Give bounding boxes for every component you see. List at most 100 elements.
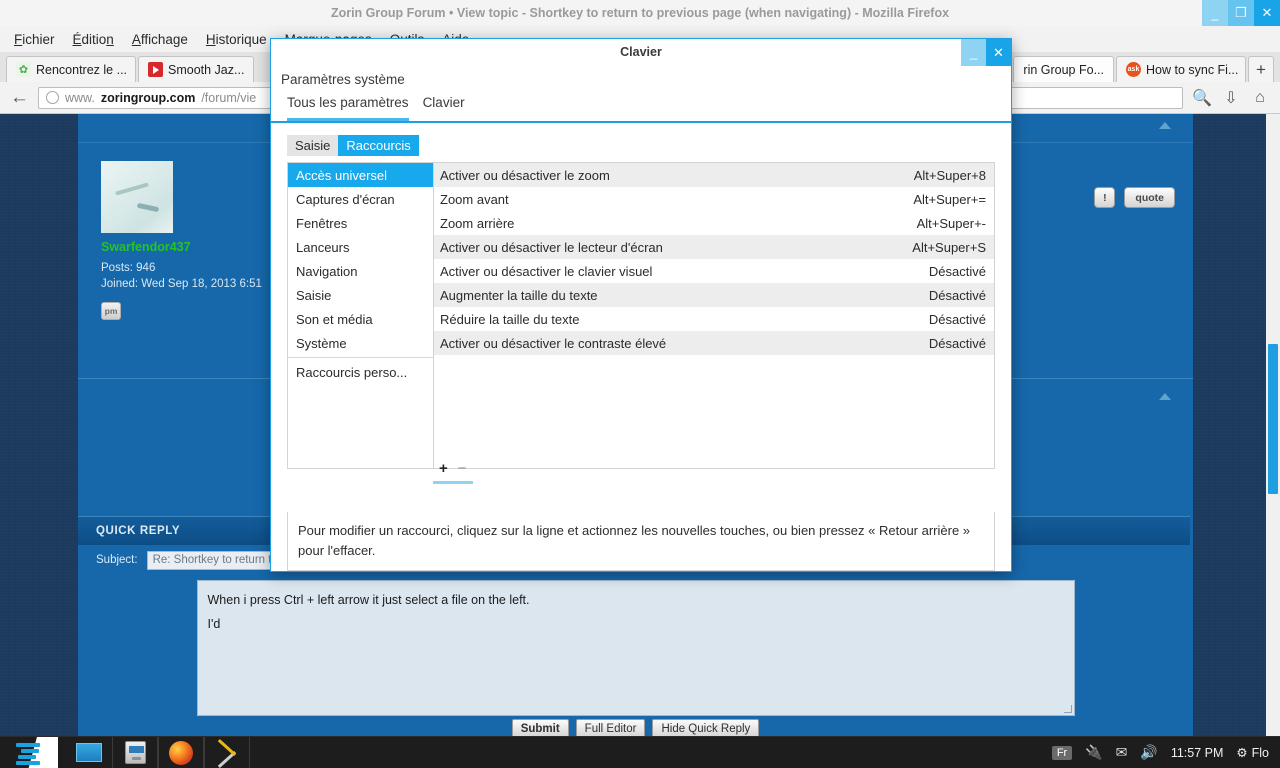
url-prefix: www.: [65, 91, 95, 105]
reply-line-2: I'd: [208, 613, 1064, 637]
category-systeme[interactable]: Système: [288, 331, 433, 355]
maximize-button[interactable]: ❐: [1228, 0, 1254, 26]
dialog-close-button[interactable]: ✕: [986, 39, 1011, 66]
scrollbar-thumb[interactable]: [1268, 344, 1278, 494]
subject-label: Subject:: [96, 554, 138, 566]
url-path: /forum/vie: [201, 91, 256, 105]
clock[interactable]: 11:57 PM: [1171, 746, 1224, 760]
tab-all-settings[interactable]: Tous les paramètres: [287, 95, 409, 121]
tab-keyboard[interactable]: Clavier: [423, 95, 465, 121]
firefox-icon: [169, 741, 193, 765]
menu-item-historique[interactable]: Historique: [206, 32, 267, 47]
submit-button[interactable]: Submit: [512, 719, 569, 736]
reply-line-1: When i press Ctrl + left arrow it just s…: [208, 589, 1064, 613]
table-row[interactable]: Activer ou désactiver le contraste élevé…: [434, 331, 994, 355]
dialog-subtitle: Paramètres système: [271, 66, 1011, 87]
screen: Zorin Group Forum • View topic - Shortke…: [0, 0, 1280, 768]
back-arrow-icon[interactable]: ←: [10, 87, 29, 109]
menu-item-affichage[interactable]: Affichage: [132, 32, 188, 47]
category-captures-decran[interactable]: Captures d'écran: [288, 187, 433, 211]
category-son-et-media[interactable]: Son et média: [288, 307, 433, 331]
add-remove-toolbar: + −: [433, 460, 473, 484]
file-manager-button[interactable]: [112, 737, 158, 768]
tab-label: rin Group Fo...: [1023, 63, 1104, 77]
tab-smooth-jazz[interactable]: Smooth Jaz...: [138, 56, 254, 82]
quote-button[interactable]: quote: [1124, 187, 1175, 208]
shortcut-list: Activer ou désactiver le zoom Alt+Super+…: [434, 163, 994, 468]
close-button[interactable]: ✕: [1254, 0, 1280, 26]
category-raccourcis-perso[interactable]: Raccourcis perso...: [288, 360, 433, 384]
shortcut-name: Augmenter la taille du texte: [440, 288, 598, 303]
category-acces-universel[interactable]: Accès universel: [288, 163, 433, 187]
table-row[interactable]: Réduire la taille du texte Désactivé: [434, 307, 994, 331]
shortcut-accel: Alt+Super+=: [913, 192, 986, 207]
category-fenetres[interactable]: Fenêtres: [288, 211, 433, 235]
seg-tab-saisie[interactable]: Saisie: [287, 135, 338, 156]
firefox-button[interactable]: [158, 737, 204, 768]
scroll-top-icon-2[interactable]: [1159, 393, 1171, 400]
add-shortcut-button[interactable]: +: [439, 460, 448, 477]
report-button[interactable]: !: [1094, 187, 1115, 208]
mail-icon[interactable]: ✉: [1116, 744, 1128, 761]
tab-zorin-group-forum[interactable]: rin Group Fo...: [1013, 56, 1114, 82]
table-row[interactable]: Zoom arrière Alt+Super+-: [434, 211, 994, 235]
show-desktop-icon: [76, 743, 102, 762]
menu-item-edition[interactable]: Édition: [73, 32, 114, 47]
minimize-button[interactable]: _: [1202, 0, 1228, 26]
system-tools-button[interactable]: [204, 737, 250, 768]
url-domain: zoringroup.com: [101, 91, 195, 105]
table-row[interactable]: Zoom avant Alt+Super+=: [434, 187, 994, 211]
window-title: Zorin Group Forum • View topic - Shortke…: [331, 6, 949, 20]
shortcut-name: Zoom avant: [440, 192, 509, 207]
resize-handle-icon[interactable]: [1064, 705, 1072, 713]
full-editor-button[interactable]: Full Editor: [576, 719, 646, 736]
author-username[interactable]: Swarfendor437: [101, 240, 278, 254]
table-row[interactable]: Augmenter la taille du texte Désactivé: [434, 283, 994, 307]
table-row[interactable]: Activer ou désactiver le zoom Alt+Super+…: [434, 163, 994, 187]
table-row[interactable]: Activer ou désactiver le clavier visuel …: [434, 259, 994, 283]
category-lanceurs[interactable]: Lanceurs: [288, 235, 433, 259]
tab-rencontrez[interactable]: ✿ Rencontrez le ...: [6, 56, 136, 82]
user-menu[interactable]: ⚙ Flo: [1236, 745, 1269, 760]
dialog-title: Clavier: [620, 45, 662, 59]
keyboard-settings-dialog: Clavier _ ✕ Paramètres système Tous les …: [270, 38, 1012, 572]
zorin-logo-icon: [16, 741, 42, 765]
youtube-icon: [148, 62, 163, 77]
gear-icon: ⚙: [1236, 745, 1247, 760]
plug-icon[interactable]: 🔌: [1085, 744, 1102, 761]
new-tab-button[interactable]: +: [1248, 56, 1274, 82]
category-navigation[interactable]: Navigation: [288, 259, 433, 283]
start-button[interactable]: [0, 737, 58, 768]
shortcut-accel: Désactivé: [929, 336, 986, 351]
volume-icon[interactable]: 🔊: [1140, 744, 1157, 761]
hide-quick-reply-button[interactable]: Hide Quick Reply: [652, 719, 759, 736]
home-icon[interactable]: ⌂: [1250, 89, 1270, 107]
segmented-tabs: Saisie Raccourcis: [287, 135, 995, 156]
menu-item-fichier[interactable]: FFichierichier: [14, 32, 55, 47]
shortcut-accel: Désactivé: [929, 312, 986, 327]
show-desktop-button[interactable]: [66, 737, 112, 768]
shortcut-accel: Désactivé: [929, 264, 986, 279]
category-saisie[interactable]: Saisie: [288, 283, 433, 307]
shortcut-accel: Alt+Super+S: [912, 240, 986, 255]
dialog-minimize-button[interactable]: _: [961, 39, 986, 66]
user-name: Flo: [1252, 746, 1269, 760]
scroll-top-icon[interactable]: [1159, 122, 1171, 129]
language-indicator[interactable]: Fr: [1052, 746, 1072, 760]
search-icon[interactable]: 🔍: [1192, 88, 1212, 108]
category-divider: [288, 357, 433, 358]
pm-button[interactable]: pm: [101, 302, 121, 320]
dialog-tabs: Tous les paramètres Clavier: [271, 87, 1011, 121]
window-controls: _ ❐ ✕: [1202, 0, 1280, 26]
remove-shortcut-button: −: [458, 460, 467, 477]
downloads-icon[interactable]: ⇩: [1221, 88, 1241, 108]
quick-reply-textarea[interactable]: When i press Ctrl + left arrow it just s…: [197, 580, 1075, 716]
tab-how-to-sync[interactable]: ask How to sync Fi...: [1116, 56, 1246, 82]
page-scrollbar[interactable]: [1266, 114, 1280, 736]
file-manager-icon: [125, 741, 146, 764]
dialog-hint-text: Pour modifier un raccourci, cliquez sur …: [287, 512, 995, 571]
seg-tab-raccourcis[interactable]: Raccourcis: [338, 135, 418, 156]
puzzle-icon: ✿: [16, 62, 31, 77]
table-row[interactable]: Activer ou désactiver le lecteur d'écran…: [434, 235, 994, 259]
tab-label: How to sync Fi...: [1146, 63, 1238, 77]
